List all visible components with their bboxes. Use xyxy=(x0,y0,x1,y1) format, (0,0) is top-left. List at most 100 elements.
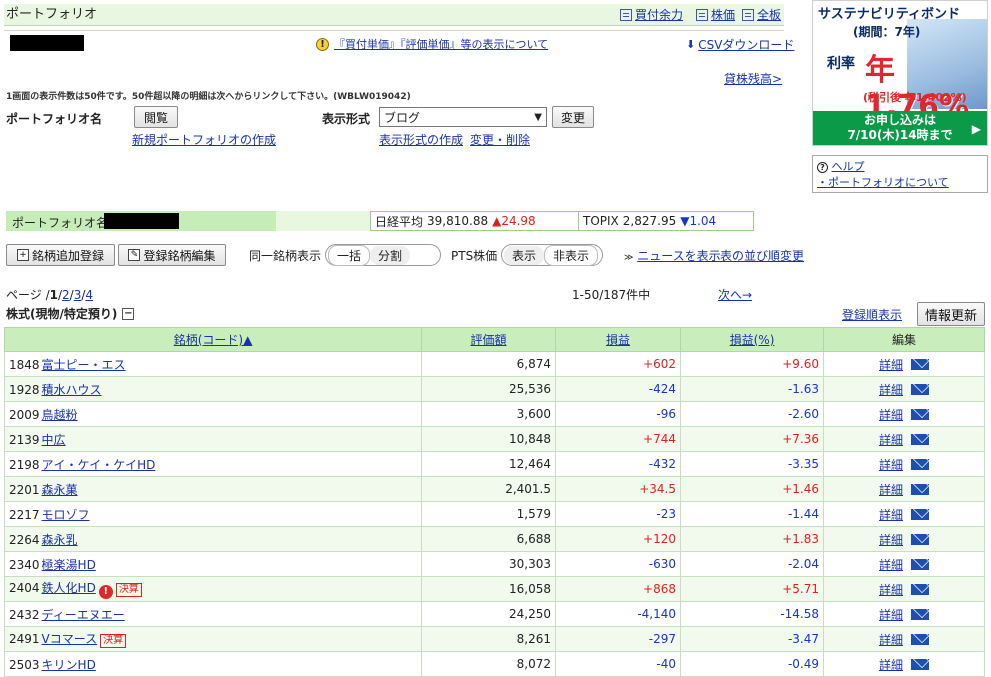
stock-name-link[interactable]: 鳥越粉 xyxy=(42,408,78,422)
notice-link[interactable]: 『買付単価』『評価単価』等の表示について xyxy=(334,36,548,52)
browse-button[interactable]: 閲覧 xyxy=(134,106,178,128)
table-row: 2404 鉄人化HD! 決算 16,058 +868 +5.71 詳細 xyxy=(4,576,985,602)
format-edit-link[interactable]: 変更・削除 xyxy=(470,131,530,148)
toggle-hide[interactable]: 非表示 xyxy=(544,244,599,266)
buying-power-link[interactable]: 買付余力 xyxy=(620,6,683,23)
change-order-link[interactable]: 表の並び順変更 xyxy=(720,247,804,264)
stock-name-link[interactable]: アイ・ケイ・ケイHD xyxy=(42,458,156,472)
stock-code: 2340 xyxy=(9,557,40,572)
change-button[interactable]: 変更 xyxy=(552,106,594,128)
lending-balance-link[interactable]: 貸株残高> xyxy=(724,70,782,87)
toggle-split[interactable]: 分割 xyxy=(370,245,411,265)
stock-name-link[interactable]: 森永乳 xyxy=(42,533,78,547)
notice[interactable]: ! 『買付単価』『評価単価』等の表示について xyxy=(316,36,548,52)
csv-download[interactable]: ⬇ CSVダウンロード xyxy=(686,36,794,53)
stock-name-link[interactable]: 鉄人化HD xyxy=(42,581,96,595)
mail-icon[interactable] xyxy=(911,383,929,395)
mail-icon[interactable] xyxy=(911,583,929,595)
table-row: 2432 ディーエヌエー 24,250 -4,140 -14.58 詳細 xyxy=(4,601,985,627)
show-news[interactable]: ≫ ニュースを表示 xyxy=(624,247,721,264)
toggle-show[interactable]: 表示 xyxy=(504,245,545,265)
pl-cell: -630 xyxy=(555,551,681,577)
csv-download-link[interactable]: CSVダウンロード xyxy=(698,36,794,53)
stock-price-label[interactable]: 株価 xyxy=(711,6,735,23)
detail-link[interactable]: 詳細 xyxy=(879,358,903,372)
pl-cell: -4,140 xyxy=(555,601,681,627)
format-create-link[interactable]: 表示形式の作成 xyxy=(379,131,463,148)
mail-icon[interactable] xyxy=(911,458,929,470)
detail-link[interactable]: 詳細 xyxy=(879,658,903,672)
detail-link[interactable]: 詳細 xyxy=(879,483,903,497)
about-portfolio-link[interactable]: ・ポートフォリオについて xyxy=(817,176,949,189)
page-link-3[interactable]: 3 xyxy=(74,288,82,302)
detail-link[interactable]: 詳細 xyxy=(879,458,903,472)
stock-name-link[interactable]: ディーエヌエー xyxy=(42,608,125,622)
show-news-link[interactable]: ニュースを表示 xyxy=(637,249,720,263)
edit-cell: 詳細 xyxy=(823,426,985,452)
col-pl[interactable]: 損益 xyxy=(555,327,681,352)
mail-icon[interactable] xyxy=(911,483,929,495)
edit-icon: ✎ xyxy=(128,249,141,261)
detail-link[interactable]: 詳細 xyxy=(879,558,903,572)
mail-icon[interactable] xyxy=(911,633,929,645)
detail-link[interactable]: 詳細 xyxy=(879,608,903,622)
stock-code: 2139 xyxy=(9,432,40,447)
full-board-link[interactable]: 全板 xyxy=(742,6,781,23)
mail-icon[interactable] xyxy=(911,358,929,370)
format-select[interactable]: ブログ ▼ xyxy=(379,107,547,127)
stock-name-link[interactable]: 積水ハウス xyxy=(42,383,102,397)
alert-icon[interactable]: ! xyxy=(98,585,113,599)
mail-icon[interactable] xyxy=(911,533,929,545)
buying-power-label[interactable]: 買付余力 xyxy=(635,6,683,23)
new-portfolio-link[interactable]: 新規ポートフォリオの作成 xyxy=(132,131,276,148)
detail-link[interactable]: 詳細 xyxy=(879,508,903,522)
detail-link[interactable]: 詳細 xyxy=(879,533,903,547)
pl-cell: -23 xyxy=(555,501,681,527)
mail-icon[interactable] xyxy=(911,558,929,570)
pl-cell: +120 xyxy=(555,526,681,552)
col-pl-pct[interactable]: 損益(%) xyxy=(680,327,824,352)
detail-link[interactable]: 詳細 xyxy=(879,433,903,447)
col-stock[interactable]: 銘柄(コード)▲ xyxy=(4,327,422,352)
refresh-button[interactable]: 情報更新 xyxy=(917,302,985,326)
stock-cell: 2503 キリンHD xyxy=(4,651,422,677)
same-stock-toggle[interactable]: 一括 分割 xyxy=(325,244,441,266)
stock-name-link[interactable]: キリンHD xyxy=(42,658,96,672)
mail-icon[interactable] xyxy=(911,433,929,445)
next-page-link[interactable]: 次へ→ xyxy=(718,286,752,303)
page-link-4[interactable]: 4 xyxy=(85,288,93,302)
valuation-cell: 30,303 xyxy=(421,551,556,577)
stock-name-link[interactable]: モロゾフ xyxy=(42,508,90,522)
stock-name-link[interactable]: 極楽湯HD xyxy=(42,558,96,572)
mail-icon[interactable] xyxy=(911,408,929,420)
full-board-label[interactable]: 全板 xyxy=(757,6,781,23)
edit-stocks-button[interactable]: ✎ 登録銘柄編集 xyxy=(118,244,226,266)
mail-icon[interactable] xyxy=(911,508,929,520)
bond-banner[interactable]: サステナビリティボンド (期間：7年) 利率 年1.76% (税引後 年1.40… xyxy=(812,0,988,146)
stock-cell: 2217 モロゾフ xyxy=(4,501,422,527)
collapse-icon[interactable]: − xyxy=(122,307,135,320)
mail-icon[interactable] xyxy=(911,608,929,620)
toggle-bulk[interactable]: 一括 xyxy=(328,244,371,266)
stock-name-link[interactable]: 森永菓 xyxy=(42,483,78,497)
detail-link[interactable]: 詳細 xyxy=(879,583,903,597)
earnings-badge[interactable]: 決算 xyxy=(115,583,142,597)
earnings-badge[interactable]: 決算 xyxy=(100,634,127,648)
list-icon xyxy=(696,8,708,21)
add-stock-button[interactable]: + 銘柄追加登録 xyxy=(6,244,115,266)
stock-price-link[interactable]: 株価 xyxy=(696,6,735,23)
col-valuation[interactable]: 評価額 xyxy=(421,327,556,352)
topix-value: 2,827.95 xyxy=(622,214,677,228)
registration-order-link[interactable]: 登録順表示 xyxy=(842,306,902,323)
pl-cell: -96 xyxy=(555,401,681,427)
stock-name-link[interactable]: Vコマース xyxy=(42,632,98,646)
stock-name-link[interactable]: 中広 xyxy=(42,433,66,447)
edit-cell: 詳細 xyxy=(823,501,985,527)
page-link-2[interactable]: 2 xyxy=(62,288,70,302)
stock-name-link[interactable]: 富士ピー・エス xyxy=(42,358,126,372)
detail-link[interactable]: 詳細 xyxy=(879,383,903,397)
detail-link[interactable]: 詳細 xyxy=(879,408,903,422)
pts-toggle[interactable]: 表示 非表示 xyxy=(501,244,603,266)
detail-link[interactable]: 詳細 xyxy=(879,633,903,647)
help-link[interactable]: ヘルプ xyxy=(832,160,865,173)
